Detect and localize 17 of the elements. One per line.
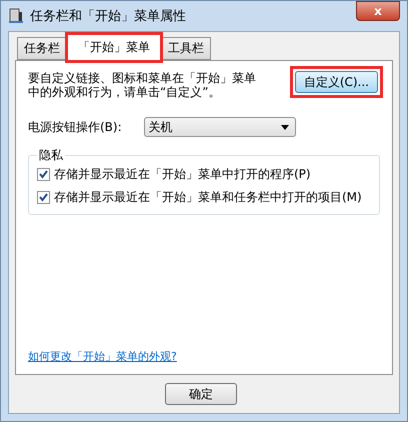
customize-button[interactable]: 自定义(C)... [294,71,378,93]
option-label: 存储并显示最近在「开始」菜单和任务栏中打开的项目(M) [54,189,362,206]
power-dropdown[interactable]: 关机 [144,117,296,137]
tab[interactable]: 工具栏 [161,37,211,60]
description-text: 要自定义链接、图标和菜单在「开始」菜单中的外观和行为，请单击“自定义”。 [28,71,257,99]
power-label: 电源按钮操作(B): [28,118,122,136]
help-link[interactable]: 如何更改「开始」菜单的外观? [28,349,177,364]
window-title: 任务栏和「开始」菜单属性 [30,8,187,25]
ok-button[interactable]: 确定 [165,383,237,405]
checkbox[interactable] [37,168,50,181]
tab[interactable]: 任务栏 [17,37,67,60]
window-icon [8,8,24,24]
group-title: 隐私 [38,147,64,164]
dropdown-arrow-icon [280,124,289,130]
checkbox[interactable] [37,191,50,204]
tab[interactable]: 「开始」菜单 [67,34,161,61]
option-label: 存储并显示最近在「开始」菜单中打开的程序(P) [54,166,311,183]
